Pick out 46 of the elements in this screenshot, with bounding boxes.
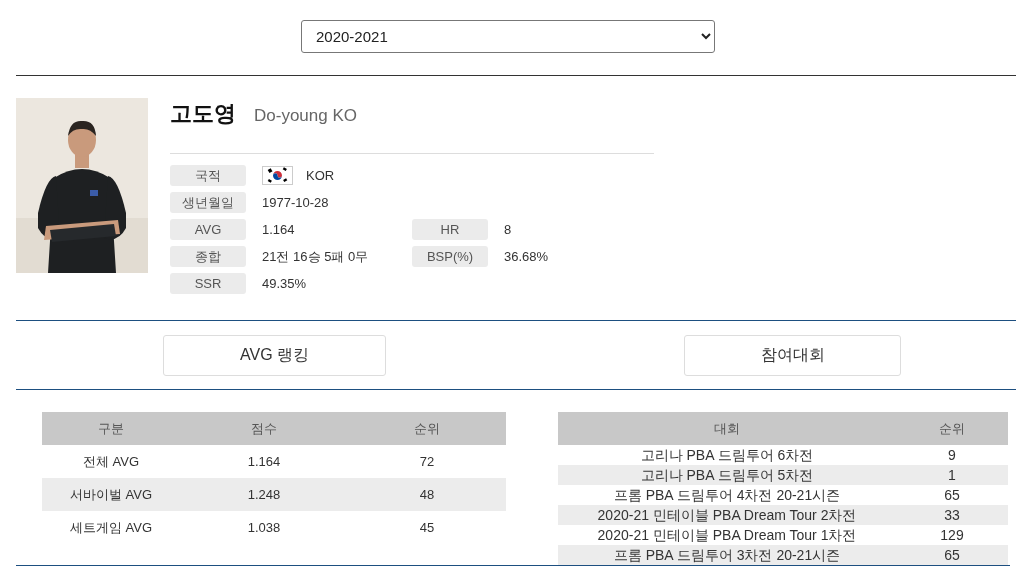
column-header: 구분: [42, 412, 180, 445]
column-header: 순위: [896, 412, 1008, 445]
table-cell: 전체 AVG: [42, 445, 180, 478]
section-button[interactable]: AVG 랭킹: [163, 335, 386, 376]
table-cell: 65: [896, 545, 1008, 565]
table-cell: 33: [896, 505, 1008, 525]
table-cell: 48: [348, 478, 506, 511]
section-button[interactable]: 참여대회: [684, 335, 901, 376]
player-name: 고도영: [170, 100, 236, 128]
table-cell: 고리나 PBA 드림투어 6차전: [558, 445, 896, 465]
info-value: 1977-10-28: [262, 195, 329, 210]
info-value: 8: [504, 222, 512, 237]
info-label: BSP(%): [412, 246, 488, 267]
info-value: 36.68%: [504, 249, 549, 264]
table-cell: 고리나 PBA 드림투어 5차전: [558, 465, 896, 485]
season-select[interactable]: 2020-2021: [301, 20, 715, 53]
info-value: KOR: [306, 168, 335, 183]
table-cell: 45: [348, 511, 506, 544]
info-value: 49.35%: [262, 276, 307, 291]
column-header: 대회: [558, 412, 896, 445]
column-header: 순위: [348, 412, 506, 445]
table-cell: 129: [896, 525, 1008, 545]
info-label: 종합: [170, 246, 246, 267]
table-cell: 프롬 PBA 드림투어 3차전 20-21시즌: [558, 545, 896, 565]
table-cell: 72: [348, 445, 506, 478]
info-label: SSR: [170, 273, 246, 294]
table-cell: 1.248: [180, 478, 348, 511]
player-english-name: Do-young KO: [254, 106, 357, 126]
table-cell: 2020-21 민테이블 PBA Dream Tour 1차전: [558, 525, 896, 545]
column-header: 점수: [180, 412, 348, 445]
info-label: 국적: [170, 165, 246, 186]
table-cell: 세트게임 AVG: [42, 511, 180, 544]
table-cell: 9: [896, 445, 1008, 465]
table-cell: 1: [896, 465, 1008, 485]
table-cell: 프롬 PBA 드림투어 4차전 20-21시즌: [558, 485, 896, 505]
table-cell: 65: [896, 485, 1008, 505]
info-value: 21전 16승 5패 0무: [262, 247, 369, 266]
table-cell: 1.038: [180, 511, 348, 544]
info-label: HR: [412, 219, 488, 240]
flag-icon: [262, 166, 293, 185]
info-label: 생년월일: [170, 192, 246, 213]
table-cell: 서바이벌 AVG: [42, 478, 180, 511]
info-value: 1.164: [262, 222, 295, 237]
table-cell: 1.164: [180, 445, 348, 478]
info-label: AVG: [170, 219, 246, 240]
table-cell: 2020-21 민테이블 PBA Dream Tour 2차전: [558, 505, 896, 525]
